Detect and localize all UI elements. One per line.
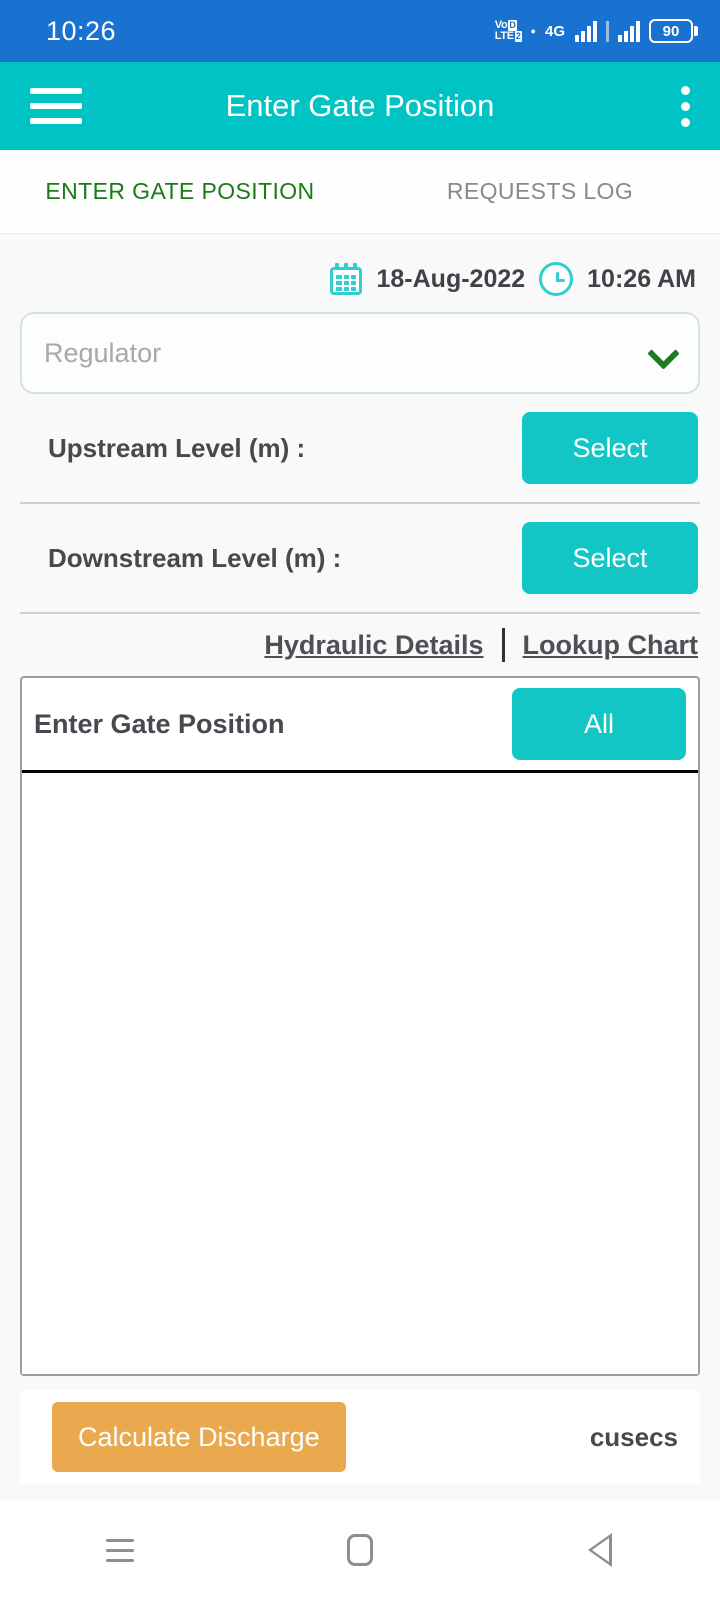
- app-bar: Enter Gate Position: [0, 62, 720, 150]
- lookup-chart-link[interactable]: Lookup Chart: [523, 630, 699, 661]
- home-icon: [347, 1534, 373, 1566]
- link-divider: [501, 628, 505, 662]
- app-bar-title: Enter Gate Position: [225, 88, 495, 123]
- hamburger-menu-icon[interactable]: [30, 88, 82, 124]
- battery-level-label: 90: [662, 22, 680, 40]
- android-nav-bar: [0, 1500, 720, 1600]
- signal-separator: [606, 20, 609, 42]
- calendar-icon: [330, 263, 363, 295]
- nav-recents-button[interactable]: [60, 1538, 180, 1562]
- gate-filter-all-button[interactable]: All: [512, 688, 686, 760]
- chevron-down-icon: [650, 340, 676, 366]
- regulator-dropdown-placeholder: Regulator: [44, 337, 162, 368]
- back-icon: [588, 1533, 612, 1567]
- network-dot-icon: ●: [530, 26, 536, 36]
- upstream-level-row: Upstream Level (m) : Select: [20, 394, 700, 504]
- current-time: 10:26 AM: [587, 264, 696, 293]
- downstream-level-select-button[interactable]: Select: [522, 522, 698, 594]
- gate-position-panel-title: Enter Gate Position: [34, 708, 285, 739]
- tab-enter-gate-position[interactable]: ENTER GATE POSITION: [0, 178, 360, 205]
- hydraulic-details-link[interactable]: Hydraulic Details: [264, 630, 483, 661]
- status-bar-clock: 10:26: [46, 15, 117, 46]
- tab-bar: ENTER GATE POSITION REQUESTS LOG: [0, 150, 720, 234]
- gate-position-list[interactable]: [22, 773, 698, 1374]
- status-bar: 10:26 Vo D LTE 2 ● 4G 90: [0, 0, 720, 62]
- discharge-unit-label: cusecs: [589, 1421, 678, 1452]
- more-vertical-icon[interactable]: [681, 85, 690, 127]
- phone-screen: 10:26 Vo D LTE 2 ● 4G 90 Enter Gate Posi…: [0, 0, 720, 1600]
- signal-bars-secondary-icon: [618, 20, 640, 42]
- volte-icon: Vo D LTE 2: [495, 20, 522, 42]
- volte-line-2: LTE: [494, 30, 514, 42]
- links-row: Hydraulic Details Lookup Chart: [20, 614, 700, 676]
- nav-back-button[interactable]: [540, 1533, 660, 1567]
- tab-requests-log[interactable]: REQUESTS LOG: [360, 178, 720, 205]
- regulator-dropdown[interactable]: Regulator: [20, 312, 700, 394]
- battery-icon: 90: [649, 19, 698, 43]
- calculate-bar: Calculate Discharge cusecs: [20, 1390, 700, 1484]
- status-bar-icons: Vo D LTE 2 ● 4G 90: [495, 19, 698, 43]
- gate-position-panel: Enter Gate Position All: [20, 676, 700, 1376]
- current-date: 18-Aug-2022: [376, 264, 526, 293]
- nav-home-button[interactable]: [300, 1534, 420, 1566]
- gate-position-panel-header: Enter Gate Position All: [22, 678, 698, 773]
- signal-bars-primary-icon: [575, 20, 597, 42]
- calculate-discharge-button[interactable]: Calculate Discharge: [52, 1402, 346, 1472]
- main-content: 18-Aug-2022 10:26 AM Regulator Upstream …: [0, 234, 720, 1500]
- recents-icon: [106, 1538, 134, 1562]
- clock-icon: [539, 262, 574, 296]
- volte-badge-2: 2: [514, 31, 522, 42]
- upstream-level-label: Upstream Level (m) :: [48, 432, 306, 463]
- network-type-label: 4G: [544, 22, 565, 40]
- downstream-level-label: Downstream Level (m) :: [48, 542, 342, 573]
- datetime-row: 18-Aug-2022 10:26 AM: [20, 234, 700, 312]
- downstream-level-row: Downstream Level (m) : Select: [20, 504, 700, 614]
- upstream-level-select-button[interactable]: Select: [522, 412, 698, 484]
